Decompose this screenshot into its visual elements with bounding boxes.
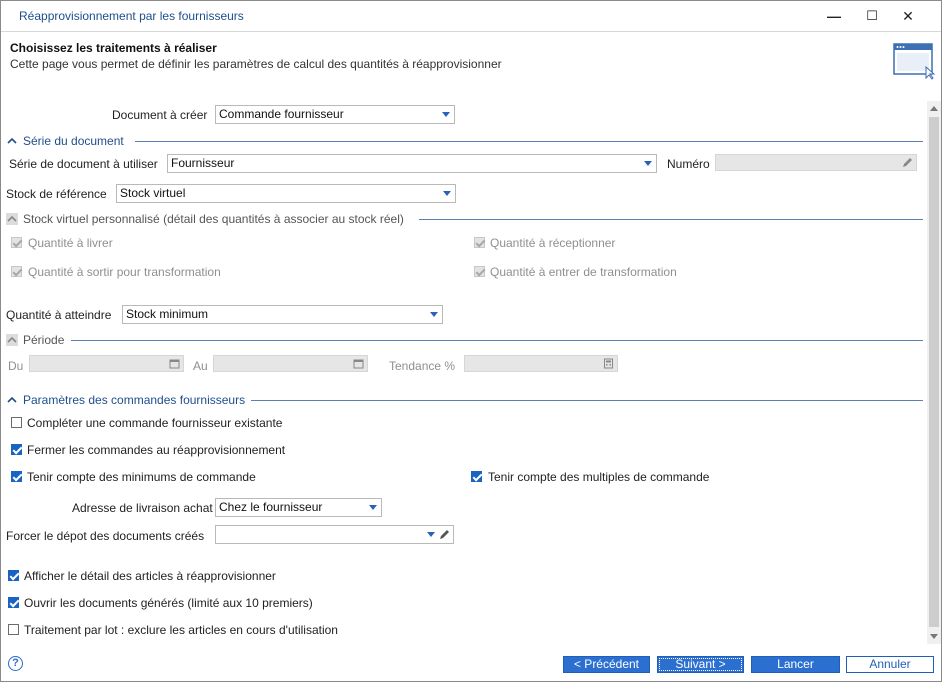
chevron-down-icon xyxy=(427,532,435,537)
serie-select-value: Fournisseur xyxy=(171,156,235,170)
help-icon[interactable]: ? xyxy=(8,656,23,671)
lot-checkbox[interactable] xyxy=(8,624,19,635)
pencil-icon[interactable] xyxy=(439,529,450,540)
section-divider xyxy=(419,219,923,220)
title-bar: Réapprovisionnement par les fournisseurs… xyxy=(1,1,941,31)
afficher-label: Afficher le détail des articles à réappr… xyxy=(24,569,276,583)
du-label: Du xyxy=(8,359,24,373)
page-title: Choisissez les traitements à réaliser xyxy=(10,41,217,55)
multiples-checkbox[interactable] xyxy=(471,471,482,482)
previous-button[interactable]: < Précédent xyxy=(563,656,650,673)
chevron-up-icon[interactable] xyxy=(6,135,18,147)
qte-receptionner-label: Quantité à réceptionner xyxy=(490,236,616,250)
section-stock-virtuel: Stock virtuel personnalisé (détail des q… xyxy=(1,212,925,226)
dialog-window: Réapprovisionnement par les fournisseurs… xyxy=(0,0,942,682)
chevron-down-icon xyxy=(443,191,451,196)
chevron-down-icon xyxy=(430,312,438,317)
window-title: Réapprovisionnement par les fournisseurs xyxy=(19,9,244,23)
section-serie-label: Série du document xyxy=(23,134,124,148)
multiples-label: Tenir compte des multiples de commande xyxy=(488,470,710,484)
qte-receptionner-checkbox[interactable] xyxy=(474,237,485,248)
minimize-button[interactable]: — xyxy=(819,5,849,27)
ouvrir-checkbox[interactable] xyxy=(8,597,19,608)
section-stock-virtuel-label: Stock virtuel personnalisé (détail des q… xyxy=(23,212,404,226)
lot-label: Traitement par lot : exclure les article… xyxy=(24,623,338,637)
fermer-label: Fermer les commandes au réapprovisionnem… xyxy=(27,443,286,457)
qte-atteindre-select-value: Stock minimum xyxy=(126,307,209,321)
qte-atteindre-select[interactable]: Stock minimum xyxy=(122,305,443,324)
stock-select-value: Stock virtuel xyxy=(120,186,186,200)
chevron-down-icon xyxy=(369,505,377,510)
au-label: Au xyxy=(193,359,208,373)
document-label: Document à créer xyxy=(112,108,208,122)
section-parametres-label: Paramètres des commandes fournisseurs xyxy=(23,393,246,407)
completer-label: Compléter une commande fournisseur exist… xyxy=(27,416,283,430)
section-divider xyxy=(251,400,923,401)
section-divider xyxy=(135,141,923,142)
qte-sortir-label: Quantité à sortir pour transformation xyxy=(28,265,221,279)
maximize-button[interactable]: ☐ xyxy=(857,5,887,27)
close-button[interactable]: ✕ xyxy=(893,5,923,27)
qte-atteindre-label: Quantité à atteindre xyxy=(6,308,112,322)
section-parametres[interactable]: Paramètres des commandes fournisseurs xyxy=(1,393,925,407)
calendar-icon[interactable] xyxy=(353,358,364,369)
scroll-up-icon[interactable] xyxy=(930,105,938,111)
stock-label: Stock de référence xyxy=(6,187,107,201)
calendar-icon[interactable] xyxy=(169,358,180,369)
stock-select[interactable]: Stock virtuel xyxy=(116,184,456,203)
calculator-icon[interactable] xyxy=(603,358,614,369)
section-periode-label: Période xyxy=(23,333,65,347)
minimums-checkbox[interactable] xyxy=(11,471,22,482)
serie-label: Série de document à utiliser xyxy=(9,157,158,171)
qte-livrer-checkbox[interactable] xyxy=(11,237,22,248)
cancel-button[interactable]: Annuler xyxy=(846,656,934,673)
serie-select[interactable]: Fournisseur xyxy=(167,154,657,173)
numero-field[interactable] xyxy=(715,154,917,171)
section-periode: Période xyxy=(1,333,925,347)
pencil-icon[interactable] xyxy=(902,157,913,168)
tendance-field[interactable] xyxy=(464,355,618,372)
minimums-label: Tenir compte des minimums de commande xyxy=(27,470,256,484)
scroll-down-icon[interactable] xyxy=(930,634,938,640)
scrollbar-thumb[interactable] xyxy=(929,117,939,627)
vertical-scrollbar[interactable] xyxy=(927,101,941,644)
completer-checkbox[interactable] xyxy=(11,417,22,428)
page-subtitle: Cette page vous permet de définir les pa… xyxy=(10,57,502,71)
chevron-up-icon xyxy=(6,213,18,225)
chevron-up-icon xyxy=(6,334,18,346)
adresse-label: Adresse de livraison achat xyxy=(72,501,213,515)
document-select[interactable]: Commande fournisseur xyxy=(215,105,455,124)
du-date-field[interactable] xyxy=(29,355,184,372)
fermer-checkbox[interactable] xyxy=(11,444,22,455)
tendance-label: Tendance % xyxy=(389,359,456,373)
au-date-field[interactable] xyxy=(213,355,368,372)
document-select-value: Commande fournisseur xyxy=(219,107,344,121)
section-divider xyxy=(71,340,923,341)
qte-entrer-label: Quantité à entrer de transformation xyxy=(490,265,677,279)
qte-sortir-checkbox[interactable] xyxy=(11,266,22,277)
depot-select[interactable] xyxy=(215,525,454,544)
chevron-down-icon xyxy=(644,161,652,166)
next-button[interactable]: Suivant > xyxy=(657,656,744,673)
depot-label: Forcer le dépot des documents créés xyxy=(6,529,205,543)
adresse-select-value: Chez le fournisseur xyxy=(219,500,323,514)
qte-livrer-label: Quantité à livrer xyxy=(28,236,113,250)
section-serie[interactable]: Série du document xyxy=(1,134,925,148)
ouvrir-label: Ouvrir les documents générés (limité aux… xyxy=(24,596,313,610)
launch-button[interactable]: Lancer xyxy=(751,656,840,673)
page-header: Choisissez les traitements à réaliser Ce… xyxy=(1,31,941,89)
chevron-up-icon[interactable] xyxy=(6,394,18,406)
numero-label: Numéro xyxy=(667,157,710,171)
chevron-down-icon xyxy=(442,112,450,117)
afficher-checkbox[interactable] xyxy=(8,570,19,581)
wizard-window-icon xyxy=(893,43,935,80)
qte-entrer-checkbox[interactable] xyxy=(474,266,485,277)
adresse-select[interactable]: Chez le fournisseur xyxy=(215,498,382,517)
